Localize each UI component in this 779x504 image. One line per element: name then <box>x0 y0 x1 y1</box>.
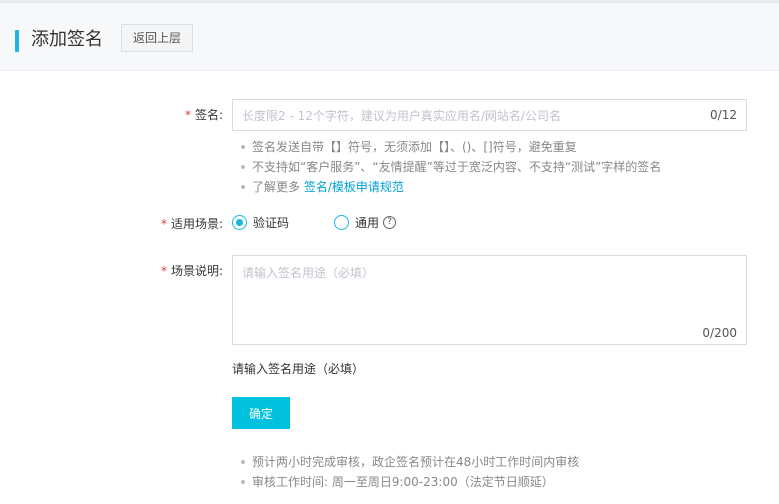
tip-item: 预计两小时完成审核，政企签名预计在48小时工作时间内审核 <box>240 452 579 472</box>
question-circle-icon[interactable]: ? <box>383 216 397 229</box>
spec-link[interactable]: 签名/模板申请规范 <box>304 180 404 194</box>
learn-more-prefix: 了解更多 <box>252 180 301 194</box>
radio-general[interactable]: 通用 ? <box>334 214 397 231</box>
title-accent-bar <box>15 30 19 52</box>
page-header: 添加签名 返回上层 <box>0 3 779 71</box>
back-button[interactable]: 返回上层 <box>121 24 193 52</box>
description-validation-message: 请输入签名用途（必填） <box>232 362 365 376</box>
radio-label: 通用 <box>355 216 380 230</box>
radio-label: 验证码 <box>253 216 290 230</box>
required-mark: * <box>184 108 191 122</box>
page-title: 添加签名 <box>31 29 103 50</box>
signature-input-box[interactable]: 0/12 <box>232 99 747 131</box>
radio-checked-icon <box>232 215 247 230</box>
tip-item: 审核工作时间: 周一至周日9:00-23:00（法定节日顺延） <box>240 472 579 492</box>
scenario-label-row: * 适用场景: <box>161 216 223 232</box>
description-textarea[interactable] <box>242 264 737 314</box>
description-char-counter: 0/200 <box>702 326 737 340</box>
description-label-row: * 场景说明: <box>161 263 223 279</box>
radio-verification-code[interactable]: 验证码 <box>232 214 289 231</box>
signature-char-counter: 0/12 <box>710 108 737 122</box>
signature-tips: 签名发送自带【】符号，无须添加【】、()、[]符号，避免重复 不支持如“客户服务… <box>240 137 661 197</box>
description-textarea-box[interactable]: 0/200 <box>232 255 747 345</box>
required-mark: * <box>160 264 167 278</box>
tip-item: 不支持如“客户服务”、“友情提醒”等过于宽泛内容、不支持“测试”字样的签名 <box>240 157 661 177</box>
signature-input[interactable] <box>242 107 692 125</box>
radio-unchecked-icon <box>334 215 349 230</box>
signature-label-row: * 签名: <box>185 107 223 123</box>
scenario-label: 适用场景: <box>170 217 223 231</box>
confirm-button[interactable]: 确定 <box>232 397 290 429</box>
tip-item-learn-more: 了解更多 签名/模板申请规范 <box>240 177 661 197</box>
review-tips: 预计两小时完成审核，政企签名预计在48小时工作时间内审核 审核工作时间: 周一至… <box>240 452 579 492</box>
signature-label: 签名: <box>194 108 223 122</box>
tip-item: 签名发送自带【】符号，无须添加【】、()、[]符号，避免重复 <box>240 137 661 157</box>
description-label: 场景说明: <box>170 264 223 278</box>
required-mark: * <box>160 217 167 231</box>
